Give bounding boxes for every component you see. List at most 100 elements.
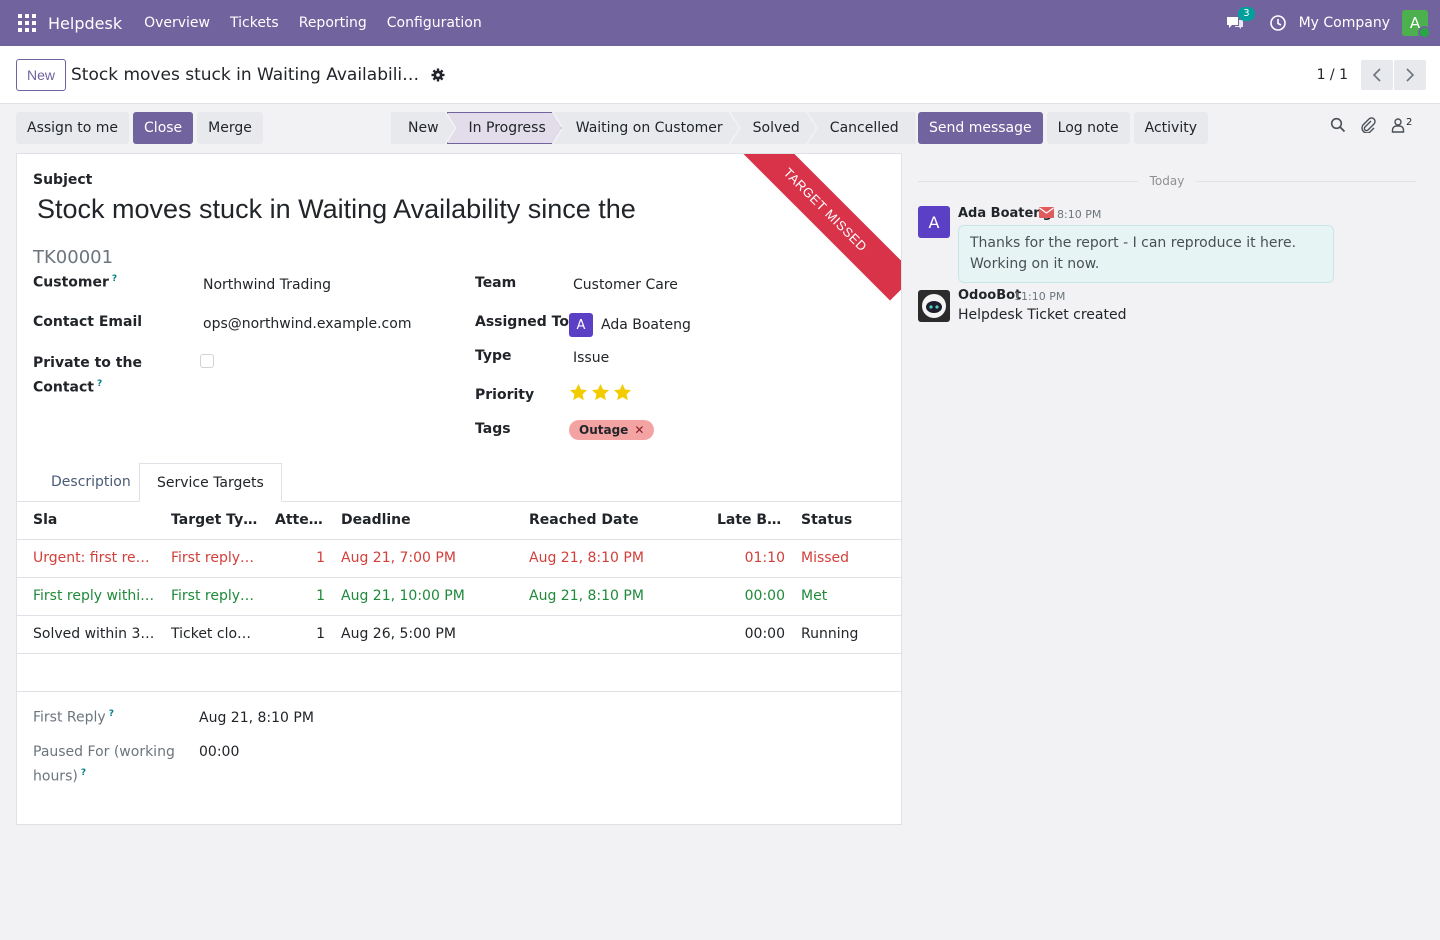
odoobot-avatar[interactable] <box>918 290 950 322</box>
stage-statusbar: New In Progress Waiting on Customer Solv… <box>391 112 916 144</box>
menu-reporting[interactable]: Reporting <box>299 15 367 31</box>
subject-field[interactable]: Stock moves stuck in Waiting Availabilit… <box>37 194 636 225</box>
send-message-button[interactable]: Send message <box>918 112 1043 144</box>
team-label: Team <box>475 275 517 291</box>
new-button[interactable]: New <box>16 58 67 91</box>
help-icon[interactable]: ? <box>81 768 86 778</box>
chevron-right-icon <box>1406 67 1415 82</box>
stage-in-progress[interactable]: In Progress <box>447 112 562 144</box>
form-action-buttons: Assign to me Close Merge <box>16 112 263 144</box>
column-header[interactable]: Attempt <box>267 502 333 540</box>
stage-solved[interactable]: Solved <box>731 112 816 144</box>
message-body: Helpdesk Ticket created <box>958 307 1127 323</box>
table-row[interactable]: Urgent: first reply… First reply… 1 Aug … <box>17 539 901 578</box>
attempt-cell: 1 <box>267 577 333 616</box>
private-contact-checkbox[interactable] <box>200 354 214 368</box>
deadline-cell: Aug 21, 10:00 PM <box>333 577 521 616</box>
activity-button[interactable]: Activity <box>1133 112 1208 144</box>
apps-grid-icon[interactable] <box>18 14 36 32</box>
log-note-button[interactable]: Log note <box>1046 112 1130 144</box>
help-icon[interactable]: ? <box>112 274 117 284</box>
pager-next-button[interactable] <box>1394 59 1426 90</box>
search-icon[interactable] <box>1330 117 1346 133</box>
column-header[interactable]: Reached Date <box>521 502 709 540</box>
stage-cancelled[interactable]: Cancelled <box>807 112 916 144</box>
priority-stars[interactable] <box>569 383 632 402</box>
status-cell: Met <box>793 577 901 616</box>
chevron-left-icon <box>1372 67 1381 82</box>
star-icon[interactable] <box>591 383 610 402</box>
deadline-cell: Aug 26, 5:00 PM <box>333 615 521 654</box>
first-reply-label: First Reply? <box>33 709 114 726</box>
customer-label: Customer? <box>33 274 118 291</box>
menu-overview[interactable]: Overview <box>144 15 210 31</box>
message-author[interactable]: Ada Boateng <box>958 206 1052 221</box>
column-header[interactable]: Target Type <box>163 502 267 540</box>
remove-tag-icon[interactable]: ✕ <box>634 423 644 437</box>
table-row[interactable]: Solved within 3 w… Ticket clo… 1 Aug 26,… <box>17 615 901 654</box>
company-switcher[interactable]: My Company <box>1299 15 1390 31</box>
private-contact-label: Private to the Contact? <box>33 355 142 396</box>
table-header-row: Sla Target Type Attempt Deadline Reached… <box>17 502 901 540</box>
type-label: Type <box>475 348 512 364</box>
attempt-cell: 1 <box>267 539 333 578</box>
message-author[interactable]: OdooBot <box>958 288 1021 303</box>
notebook-tabs: Description Service Targets <box>17 463 901 502</box>
activity-clock-icon[interactable] <box>1269 14 1287 32</box>
menu-tickets[interactable]: Tickets <box>230 15 279 31</box>
ticket-reference: TK00001 <box>33 247 114 268</box>
type-field[interactable]: Issue <box>573 350 609 366</box>
messaging-icon[interactable]: 3 <box>1225 7 1255 33</box>
first-reply-field: Aug 21, 8:10 PM <box>199 710 314 726</box>
sla-cell: Urgent: first reply… <box>17 539 163 578</box>
table-row[interactable]: First reply within … First reply… 1 Aug … <box>17 577 901 616</box>
target-type-cell: Ticket clo… <box>163 615 267 654</box>
team-field[interactable]: Customer Care <box>573 277 678 293</box>
tag-badge: Outage ✕ <box>569 420 655 440</box>
column-header[interactable]: Status <box>793 502 901 540</box>
avatar[interactable]: A <box>918 206 950 238</box>
column-header[interactable]: Sla <box>17 502 163 540</box>
avatar: A <box>569 313 593 337</box>
followers-button[interactable]: 2 <box>1390 117 1412 133</box>
record-breadcrumb-title: Stock moves stuck in Waiting Availabili… <box>71 64 420 85</box>
assigned-to-label: Assigned To <box>475 314 569 330</box>
deadline-cell: Aug 21, 7:00 PM <box>333 539 521 578</box>
chatter-topbar: Send message Log note Activity <box>918 112 1208 144</box>
star-icon[interactable] <box>569 383 588 402</box>
priority-label: Priority <box>475 387 535 403</box>
reached-date-cell: Aug 21, 8:10 PM <box>521 539 709 578</box>
contact-email-field[interactable]: ops@northwind.example.com <box>203 316 411 332</box>
top-navbar: Helpdesk Overview Tickets Reporting Conf… <box>0 0 1440 46</box>
help-icon[interactable]: ? <box>97 379 102 389</box>
help-icon[interactable]: ? <box>109 709 114 719</box>
message-time: 8:10 PM <box>1057 208 1102 221</box>
star-icon[interactable] <box>613 383 632 402</box>
table-empty-row <box>17 653 901 692</box>
merge-button[interactable]: Merge <box>197 112 263 144</box>
column-header[interactable]: Deadline <box>333 502 521 540</box>
close-button[interactable]: Close <box>133 112 194 144</box>
attempt-cell: 1 <box>267 615 333 654</box>
stage-waiting-on-customer[interactable]: Waiting on Customer <box>554 112 739 144</box>
column-header[interactable]: Late By (… <box>709 502 793 540</box>
user-icon <box>1391 118 1405 133</box>
app-brand[interactable]: Helpdesk <box>48 14 122 33</box>
customer-field[interactable]: Northwind Trading <box>203 277 331 293</box>
stage-new[interactable]: New <box>391 112 455 144</box>
followers-count: 2 <box>1406 117 1413 128</box>
user-avatar[interactable]: A <box>1402 10 1431 39</box>
menu-configuration[interactable]: Configuration <box>387 15 482 31</box>
pager-value[interactable]: 1 / 1 <box>1317 67 1348 83</box>
control-panel: New Stock moves stuck in Waiting Availab… <box>0 46 1440 104</box>
pager-previous-button[interactable] <box>1361 59 1393 90</box>
paperclip-icon[interactable] <box>1360 117 1376 133</box>
tab-service-targets[interactable]: Service Targets <box>139 463 282 502</box>
tab-description[interactable]: Description <box>34 463 148 502</box>
messaging-badge: 3 <box>1238 7 1255 21</box>
gear-icon[interactable] <box>431 68 445 82</box>
sla-table: Sla Target Type Attempt Deadline Reached… <box>17 502 901 692</box>
contact-email-label: Contact Email <box>33 314 143 330</box>
assigned-to-field[interactable]: A Ada Boateng <box>569 313 691 337</box>
assign-to-me-button[interactable]: Assign to me <box>16 112 130 144</box>
